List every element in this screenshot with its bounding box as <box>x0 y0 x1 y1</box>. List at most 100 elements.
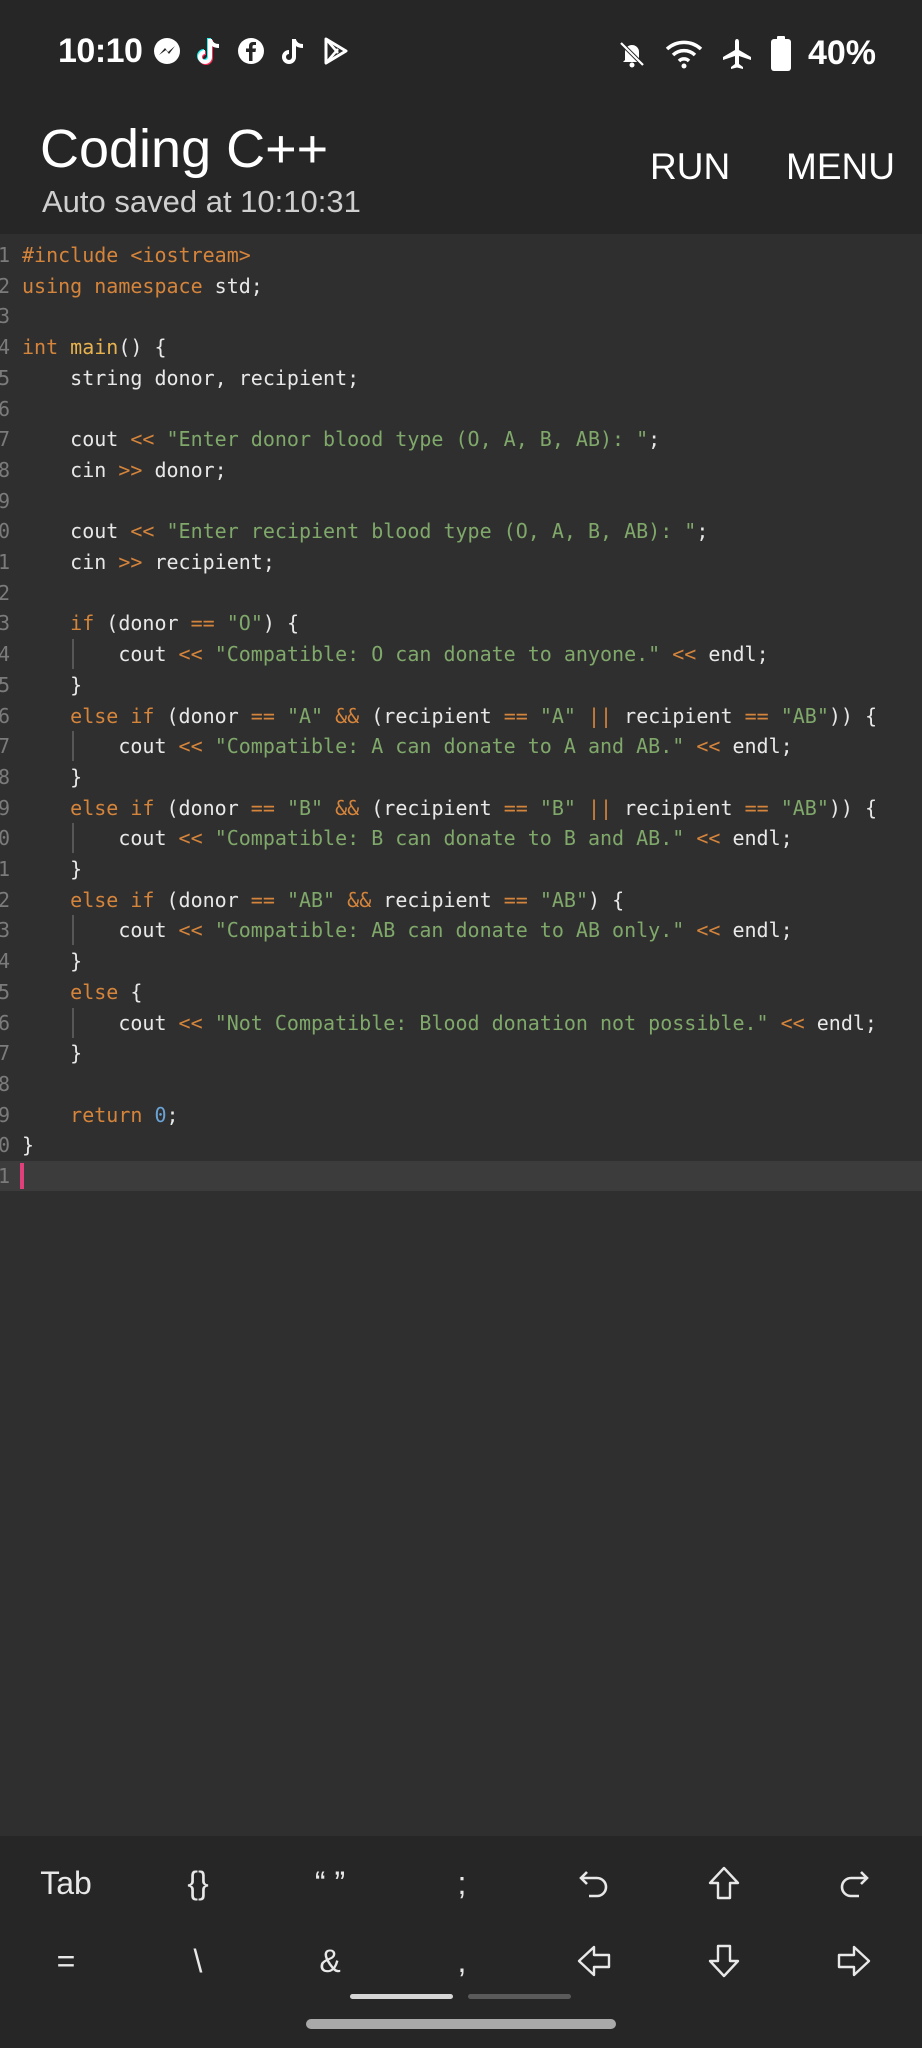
line-number: 7 <box>0 427 10 452</box>
code-token: )) { <box>828 703 878 728</box>
code-token: << <box>178 918 203 943</box>
code-line[interactable]: 19 else if (donor == "B" && (recipient =… <box>0 793 922 823</box>
code-line[interactable]: 28 <box>0 1069 922 1099</box>
code-line[interactable]: 10 cout << "Enter recipient blood type (… <box>0 516 922 546</box>
semicolon-key[interactable]: ; <box>396 1848 528 1918</box>
line-number: 26 <box>0 1010 10 1035</box>
code-line[interactable]: 7 cout << "Enter donor blood type (O, A,… <box>0 424 922 454</box>
code-token: cin <box>22 457 119 482</box>
facebook-icon <box>238 38 264 64</box>
code-token: == <box>744 703 769 728</box>
code-token: endl; <box>720 826 793 851</box>
line-number: 8 <box>0 457 10 482</box>
code-editor[interactable]: 1 #include <iostream> 2 using namespace std… <box>0 234 922 1834</box>
code-line[interactable]: 14 cout << "Compatible: O can donate to … <box>0 639 922 670</box>
left-arrow-key[interactable] <box>528 1926 660 1996</box>
line-number: 28 <box>0 1071 10 1096</box>
code-line[interactable]: 23 cout << "Compatible: AB can donate to… <box>0 915 922 946</box>
code-line[interactable]: 5 string donor, recipient; <box>0 363 922 393</box>
braces-key[interactable]: {} <box>132 1848 264 1918</box>
code-line[interactable]: 26 cout << "Not Compatible: Blood donati… <box>0 1007 922 1038</box>
code-line[interactable]: 29 return 0; <box>0 1100 922 1130</box>
code-text: cout << "Compatible: B can donate to B a… <box>22 823 793 853</box>
code-text: } <box>22 762 82 792</box>
down-arrow-key[interactable] <box>658 1926 790 1996</box>
comma-key[interactable]: , <box>396 1926 528 1996</box>
code-line[interactable]: 31 <box>0 1161 922 1191</box>
code-token: && <box>347 887 372 912</box>
redo-icon <box>837 1866 871 1900</box>
code-line[interactable]: 25 else { <box>0 977 922 1007</box>
code-line[interactable]: 8 cin >> donor; <box>0 455 922 485</box>
code-token: 0 <box>154 1102 167 1127</box>
airplane-icon <box>722 38 751 69</box>
key-label: = <box>56 1942 76 1979</box>
code-line[interactable]: 9 <box>0 486 922 516</box>
shift-up-key[interactable] <box>658 1848 790 1918</box>
code-token: endl; <box>696 642 769 667</box>
code-line[interactable]: 24 } <box>0 946 922 976</box>
code-line[interactable]: 12 <box>0 578 922 608</box>
code-token: #include <iostream> <box>22 243 251 267</box>
ampersand-key[interactable]: & <box>264 1926 396 1996</box>
undo-key[interactable] <box>528 1848 660 1918</box>
code-token: == <box>250 795 275 820</box>
code-line[interactable]: 13 if (donor == "O") { <box>0 608 922 638</box>
code-line[interactable]: 16 else if (donor == "A" && (recipient =… <box>0 701 922 731</box>
code-line[interactable]: 11 cin >> recipient; <box>0 547 922 577</box>
code-line[interactable]: 17 cout << "Compatible: A can donate to … <box>0 731 922 762</box>
code-token: else if <box>70 703 155 728</box>
code-line[interactable]: 15 } <box>0 670 922 700</box>
backslash-key[interactable]: \ <box>132 1926 264 1996</box>
run-button[interactable]: RUN <box>650 146 730 188</box>
bell-off-icon <box>619 41 645 67</box>
home-indicator[interactable] <box>306 2019 616 2029</box>
code-token: cout <box>22 642 179 667</box>
arrow-right-icon <box>836 1944 872 1978</box>
code-line[interactable]: 22 else if (donor == "AB" && recipient =… <box>0 885 922 915</box>
code-line[interactable]: 3 <box>0 301 922 331</box>
code-text: else { <box>22 977 142 1007</box>
code-token: << <box>780 1010 805 1035</box>
code-line[interactable]: 20 cout << "Compatible: B can donate to … <box>0 823 922 854</box>
code-line[interactable]: 18 } <box>0 762 922 792</box>
code-line[interactable]: 21 } <box>0 854 922 884</box>
code-token: "B" <box>286 795 324 820</box>
code-token: "A" <box>539 703 576 728</box>
code-line[interactable]: 1 #include <iostream> <box>0 240 922 270</box>
line-number: 14 <box>0 642 10 667</box>
code-line[interactable]: 27 } <box>0 1038 922 1068</box>
equals-key[interactable]: = <box>0 1926 132 1996</box>
code-text: cout << "Enter recipient blood type (O, … <box>22 516 708 546</box>
code-token: endl; <box>804 1010 877 1035</box>
code-text: } <box>22 670 82 700</box>
line-number: 9 <box>0 488 10 513</box>
code-line[interactable]: 30} <box>0 1130 922 1160</box>
menu-button[interactable]: MENU <box>786 146 895 188</box>
code-token: << <box>696 734 721 759</box>
code-token: << <box>130 519 155 544</box>
code-line[interactable]: 6 <box>0 394 922 424</box>
code-token: "Enter recipient blood type (O, A, B, AB… <box>166 519 697 544</box>
line-number: 24 <box>0 949 10 974</box>
code-line[interactable]: 4 int main() { <box>0 332 922 362</box>
redo-key[interactable] <box>788 1848 920 1918</box>
code-token: "Compatible: O can donate to anyone." <box>214 642 661 667</box>
code-token: (recipient <box>359 795 504 820</box>
status-time: 10:10 <box>58 32 143 70</box>
code-token: << <box>130 427 155 452</box>
undo-icon <box>577 1866 611 1900</box>
right-arrow-key[interactable] <box>788 1926 920 1996</box>
line-number: 30 <box>0 1133 10 1158</box>
tab-key[interactable]: Tab <box>0 1848 132 1918</box>
code-token: cout <box>22 918 179 943</box>
code-token: return <box>70 1102 155 1127</box>
quotes-key[interactable]: “ ” <box>264 1848 396 1918</box>
code-line[interactable]: 2 using namespace std; <box>0 271 922 301</box>
